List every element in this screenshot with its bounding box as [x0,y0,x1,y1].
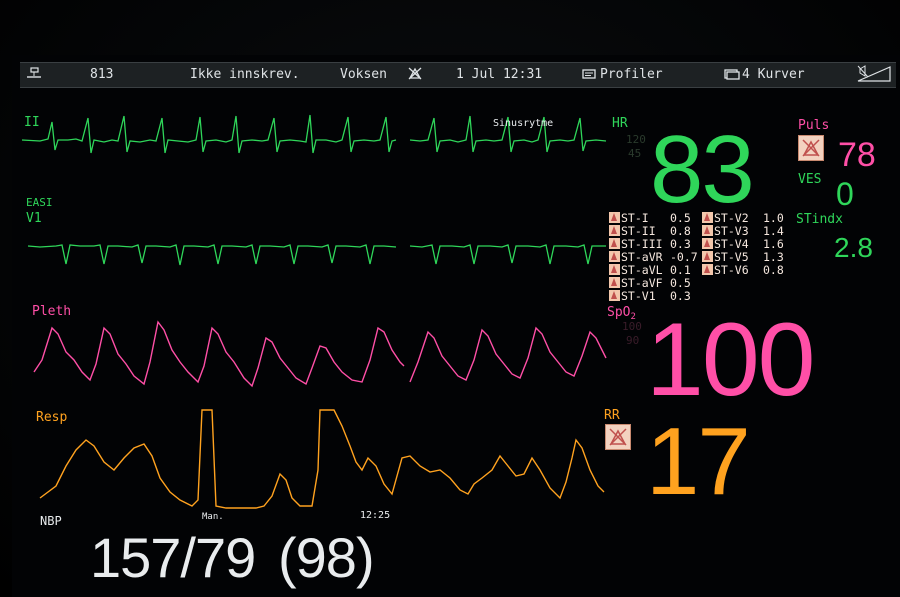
st-row[interactable]: ST-aVF 0.5 [609,276,691,290]
nbp-label[interactable]: NBP [40,514,62,528]
st-row[interactable]: ST-II 0.8 [609,224,691,238]
pleth-waveform [33,320,405,388]
pleth-label[interactable]: Pleth [32,304,71,319]
pulse-label[interactable]: Puls [798,118,829,133]
hr-value[interactable]: 83 [650,122,755,218]
pulse-value[interactable]: 78 [838,138,876,172]
st-row[interactable]: ST-V2 1.0 [702,211,784,225]
stindx-label[interactable]: STindx [796,212,843,227]
alarm-off-icon [702,225,713,236]
st-row[interactable]: ST-aVL 0.1 [609,263,691,277]
alarm-off-icon [609,290,620,301]
alarm-off-icon [702,238,713,249]
alarm-off-icon [609,238,620,249]
alarm-off-icon [702,264,713,275]
spo2-value[interactable]: 100 [646,308,816,412]
rr-alarm-off-icon[interactable] [605,424,631,450]
alarm-off-icon [609,212,620,223]
rr-value[interactable]: 17 [646,414,751,510]
rhythm-label: Sinusrytme [493,118,554,129]
st-row[interactable]: ST-aVR -0.7 [609,250,698,264]
spo2-alarm-low: 90 [626,334,640,347]
st-row[interactable]: ST-V5 1.3 [702,250,784,264]
alarm-off-icon [609,251,620,262]
resp-manual-marker: Man. [202,512,224,522]
resp-waveform [39,409,605,509]
easi-label[interactable]: EASI [26,196,53,209]
alarm-off-icon [702,251,713,262]
ves-value[interactable]: 0 [836,178,854,210]
hr-label[interactable]: HR [612,116,628,131]
st-row[interactable]: ST-I 0.5 [609,211,691,225]
ves-label[interactable]: VES [798,172,821,187]
hr-alarm-low: 45 [628,147,642,160]
st-row[interactable]: ST-V1 0.3 [609,289,691,303]
alarm-off-icon [609,277,620,288]
spo2-alarm-high: 100 [622,320,642,333]
ecg-lead-label[interactable]: II [24,115,40,130]
ecg-lead-v1-waveform-2 [409,244,606,265]
st-row[interactable]: ST-V6 0.8 [702,263,784,277]
alarm-off-icon [609,264,620,275]
pleth-waveform-2 [409,326,607,383]
rr-label[interactable]: RR [604,408,620,423]
stindx-value[interactable]: 2.8 [834,234,873,262]
waveform-area [21,114,607,509]
nbp-value[interactable]: 157/79 [90,530,256,586]
pulse-alarm-off-icon[interactable] [798,135,824,161]
alarm-off-icon [702,212,713,223]
st-row[interactable]: ST-V4 1.6 [702,237,784,251]
nbp-mean-value[interactable]: (98) [278,530,375,586]
ecg-lead-ii-waveform [21,114,397,154]
st-row[interactable]: ST-III 0.3 [609,237,691,251]
st-row[interactable]: ST-V3 1.4 [702,224,784,238]
alarm-off-icon [609,225,620,236]
v1-lead-label[interactable]: V1 [26,211,42,226]
hr-alarm-high: 120 [626,133,646,146]
ecg-lead-v1-waveform [27,244,397,266]
resp-time-marker: 12:25 [360,510,391,521]
resp-label[interactable]: Resp [36,410,67,425]
